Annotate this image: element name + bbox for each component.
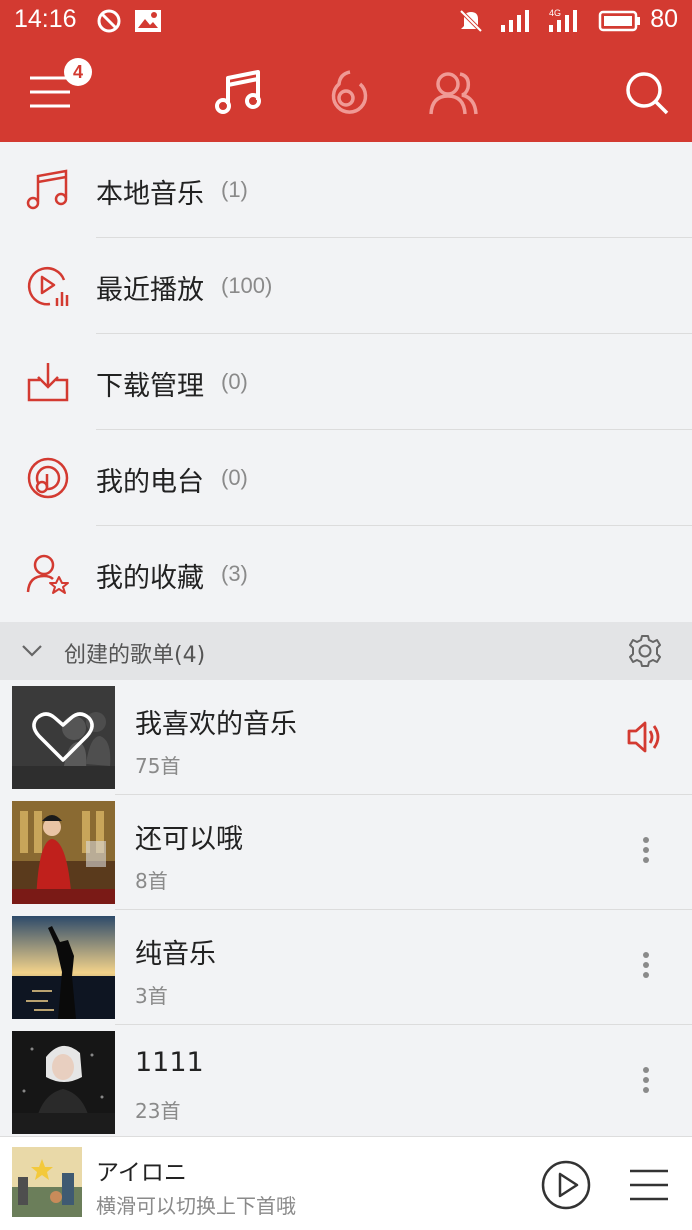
menu-item-local-music[interactable]: 本地音乐 (1) bbox=[0, 142, 692, 238]
silent-bell-icon bbox=[459, 9, 483, 33]
do-not-disturb-icon bbox=[97, 9, 121, 33]
now-playing-title: アイロニ bbox=[96, 1160, 187, 1186]
status-time: 14:16 bbox=[14, 5, 77, 33]
menu-item-count: (100) bbox=[221, 273, 273, 298]
menu-item-recent-play[interactable]: 最近播放 (100) bbox=[0, 238, 692, 334]
chevron-down-icon[interactable] bbox=[20, 639, 44, 663]
more-icon[interactable] bbox=[632, 1063, 660, 1103]
playlist-item[interactable]: 1111 23首 bbox=[0, 1025, 692, 1140]
playlist-cover bbox=[12, 916, 115, 1019]
play-button[interactable] bbox=[540, 1159, 592, 1211]
playlist-item[interactable]: 纯音乐 3首 bbox=[0, 910, 692, 1025]
menu-item-count: (1) bbox=[221, 177, 248, 202]
section-title: 创建的歌单(4) bbox=[64, 643, 206, 668]
playlist-list: 我喜欢的音乐 75首 还可以哦 8首 纯音乐 3首 1111 23首 bbox=[0, 680, 692, 1140]
more-icon[interactable] bbox=[632, 948, 660, 988]
mini-player[interactable]: アイロニ 横滑可以切换上下首哦 bbox=[0, 1136, 692, 1230]
created-playlists-header[interactable]: 创建的歌单(4) bbox=[0, 622, 692, 680]
music-note-icon bbox=[26, 169, 68, 210]
playlist-queue-icon[interactable] bbox=[628, 1167, 670, 1203]
menu-item-downloads[interactable]: 下载管理 (0) bbox=[0, 334, 692, 430]
battery-level: 80 bbox=[650, 5, 678, 33]
music-note-icon[interactable] bbox=[214, 68, 264, 118]
menu-item-label: 下载管理 bbox=[96, 371, 204, 402]
image-notification-icon bbox=[135, 10, 161, 32]
menu-item-count: (0) bbox=[221, 465, 248, 490]
playlist-count: 23首 bbox=[135, 1099, 181, 1123]
playlist-name: 还可以哦 bbox=[135, 824, 243, 855]
playlist-count: 8首 bbox=[135, 869, 168, 893]
signal-4g-icon: 4G bbox=[549, 8, 577, 32]
netease-radio-icon[interactable] bbox=[322, 68, 370, 116]
now-playing-cover bbox=[12, 1147, 82, 1217]
menu-item-count: (0) bbox=[221, 369, 248, 394]
radio-icon bbox=[27, 457, 69, 499]
download-icon bbox=[27, 363, 69, 402]
playlist-name: 我喜欢的音乐 bbox=[135, 709, 297, 740]
svg-text:4G: 4G bbox=[549, 8, 561, 18]
playlist-item-liked[interactable]: 我喜欢的音乐 75首 bbox=[0, 680, 692, 795]
notification-badge: 4 bbox=[64, 58, 92, 86]
menu-item-my-radio[interactable]: 我的电台 (0) bbox=[0, 430, 692, 526]
menu-item-label: 本地音乐 bbox=[96, 179, 204, 210]
playlist-cover bbox=[12, 686, 115, 789]
menu-item-count: (3) bbox=[221, 561, 248, 586]
friends-icon[interactable] bbox=[428, 68, 480, 118]
playlist-name: 纯音乐 bbox=[135, 939, 216, 970]
playlist-cover bbox=[12, 1031, 115, 1134]
playlist-count: 3首 bbox=[135, 984, 168, 1008]
signal-icon bbox=[501, 10, 529, 32]
playlist-name: 1111 bbox=[135, 1047, 204, 1078]
playlist-item[interactable]: 还可以哦 8首 bbox=[0, 795, 692, 910]
more-icon[interactable] bbox=[632, 833, 660, 873]
gear-icon[interactable] bbox=[628, 634, 662, 668]
playlist-count: 75首 bbox=[135, 754, 181, 778]
playlist-cover bbox=[12, 801, 115, 904]
menu-item-label: 我的收藏 bbox=[96, 563, 204, 594]
top-navigation: 4 bbox=[0, 42, 692, 142]
menu-item-favorites[interactable]: 我的收藏 (3) bbox=[0, 526, 692, 622]
search-icon[interactable] bbox=[624, 70, 670, 116]
user-star-icon bbox=[26, 554, 69, 594]
menu-item-label: 最近播放 bbox=[96, 275, 204, 306]
status-bar: 14:16 4G 80 bbox=[0, 0, 692, 42]
battery-icon bbox=[598, 10, 640, 32]
recent-play-icon bbox=[27, 267, 69, 306]
swipe-hint: 横滑可以切换上下首哦 bbox=[96, 1194, 296, 1218]
menu-item-label: 我的电台 bbox=[96, 467, 204, 498]
my-music-menu: 本地音乐 (1) 最近播放 (100) 下载管理 (0) 我的电台 (0) 我的… bbox=[0, 142, 692, 622]
speaker-icon[interactable] bbox=[626, 718, 664, 756]
